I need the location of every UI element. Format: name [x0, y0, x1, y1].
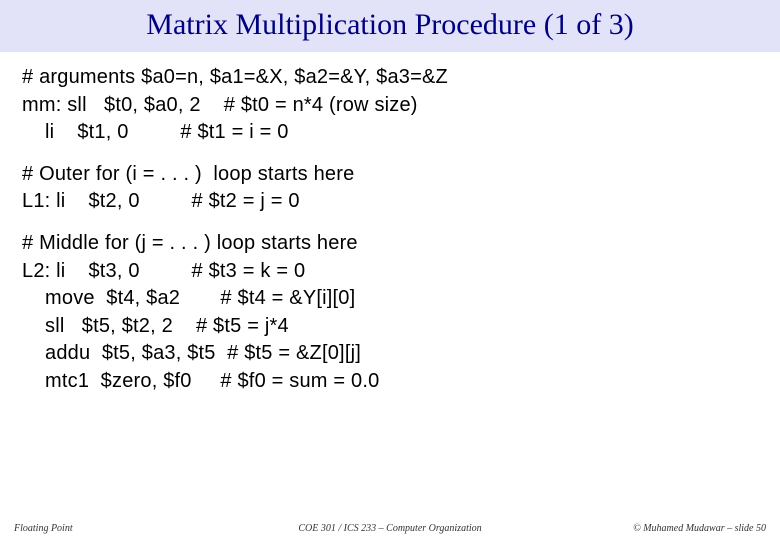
code-line: mtc1 $zero, $f0 # $f0 = sum = 0.0: [22, 370, 379, 392]
code-line: addu $t5, $a3, $t5 # $t5 = &Z[0][j]: [22, 342, 361, 364]
slide-footer: Floating Point COE 301 / ICS 233 – Compu…: [0, 523, 780, 534]
code-listing: # Middle for (j = . . . ) loop starts he…: [22, 230, 758, 396]
title-bar: Matrix Multiplication Procedure (1 of 3): [0, 0, 780, 52]
code-line: mm: sll $t0, $a0, 2 # $t0 = n*4 (row siz…: [22, 94, 418, 116]
code-listing: # arguments $a0=n, $a1=&X, $a2=&Y, $a3=&…: [22, 64, 758, 147]
code-listing: # Outer for (i = . . . ) loop starts her…: [22, 161, 758, 216]
slide-content: # arguments $a0=n, $a1=&X, $a2=&Y, $a3=&…: [0, 52, 780, 396]
code-line: # Outer for (i = . . . ) loop starts her…: [22, 163, 354, 185]
code-line: # Middle for (j = . . . ) loop starts he…: [22, 232, 358, 254]
code-line: sll $t5, $t2, 2 # $t5 = j*4: [22, 315, 289, 337]
code-line: # arguments $a0=n, $a1=&X, $a2=&Y, $a3=&…: [22, 66, 448, 88]
code-line: L1: li $t2, 0 # $t2 = j = 0: [22, 190, 300, 212]
code-line: li $t1, 0 # $t1 = i = 0: [22, 121, 289, 143]
footer-center: COE 301 / ICS 233 – Computer Organizatio…: [298, 523, 481, 534]
code-line: L2: li $t3, 0 # $t3 = k = 0: [22, 260, 305, 282]
code-line: move $t4, $a2 # $t4 = &Y[i][0]: [22, 287, 355, 309]
footer-left: Floating Point: [14, 523, 73, 534]
slide-title: Matrix Multiplication Procedure (1 of 3): [0, 8, 780, 42]
footer-right: © Muhamed Mudawar – slide 50: [633, 523, 766, 534]
